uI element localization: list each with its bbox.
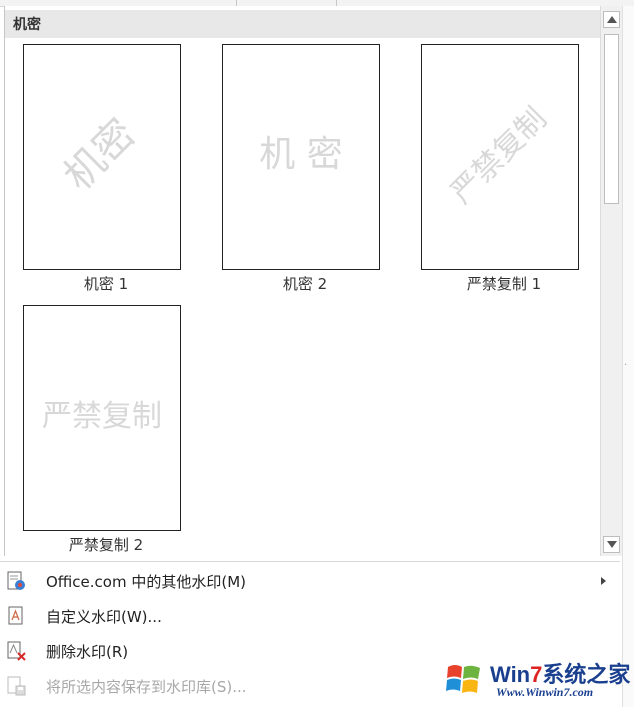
scroll-thumb[interactable] [604, 34, 619, 204]
page-preview: 机密 [23, 44, 181, 270]
watermark-text: 机 密 [259, 134, 342, 175]
windows-logo-icon [446, 665, 480, 693]
brand-url: Www.Winwin7.com [496, 685, 594, 699]
truncated-text-fragment: · [624, 360, 628, 371]
watermark-thumbnail-confidential-1[interactable]: 机密 机密 1 [6, 44, 206, 300]
office-watermark-icon [7, 571, 25, 590]
scroll-up-button[interactable] [603, 11, 620, 28]
custom-watermark-icon [8, 606, 23, 625]
brand-name-prefix: Win [490, 662, 531, 687]
page-preview: 严禁复制 [23, 305, 181, 531]
thumbnail-label: 严禁复制 1 [466, 275, 542, 293]
save-to-gallery-icon [7, 676, 26, 696]
menu-label: 删除水印(R) [46, 643, 129, 661]
watermark-text: 机密 [55, 110, 144, 199]
triangle-up-icon [607, 16, 617, 23]
section-title: 机密 [13, 17, 41, 33]
thumbnail-label: 机密 2 [282, 275, 328, 293]
page-preview: 机 密 [222, 44, 380, 270]
thumbnail-label: 机密 1 [83, 275, 129, 293]
watermark-thumbnail-do-not-copy-1[interactable]: 严禁复制 严禁复制 1 [404, 44, 604, 300]
menu-label: Office.com 中的其他水印(M) [46, 573, 247, 591]
watermark-thumbnail-do-not-copy-2[interactable]: 严禁复制 严禁复制 2 [6, 305, 206, 561]
gallery-scrollbar[interactable] [600, 6, 623, 556]
menu-label: 自定义水印(W)... [46, 608, 162, 626]
menu-label: 将所选内容保存到水印库(S)... [46, 678, 247, 696]
remove-watermark-icon [7, 641, 26, 661]
watermark-thumbnail-confidential-2[interactable]: 机 密 机密 2 [205, 44, 405, 300]
submenu-arrow-icon [601, 577, 606, 585]
menu-item-office-more-watermarks[interactable]: Office.com 中的其他水印(M) [0, 564, 620, 598]
watermark-gallery: 机密 机密 机密 1 机 密 机密 2 严禁复制 严禁复制 1 严禁复制 严禁复… [4, 6, 601, 556]
triangle-down-icon [607, 541, 617, 548]
right-edge-panel: · [622, 6, 634, 707]
page-preview: 严禁复制 [421, 44, 579, 270]
site-watermark: Win7系统之家 Www.Winwin7.com [438, 655, 634, 707]
watermark-text: 严禁复制 [42, 399, 162, 434]
thumbnail-label: 严禁复制 2 [68, 536, 144, 554]
brand-name-suffix: 系统之家 [542, 662, 631, 687]
brand-name-seven: 7 [530, 662, 543, 687]
menu-item-custom-watermark[interactable]: 自定义水印(W)... [0, 599, 620, 633]
watermark-text: 严禁复制 [444, 101, 554, 211]
scroll-down-button[interactable] [603, 536, 620, 553]
section-header: 机密 [5, 10, 601, 38]
